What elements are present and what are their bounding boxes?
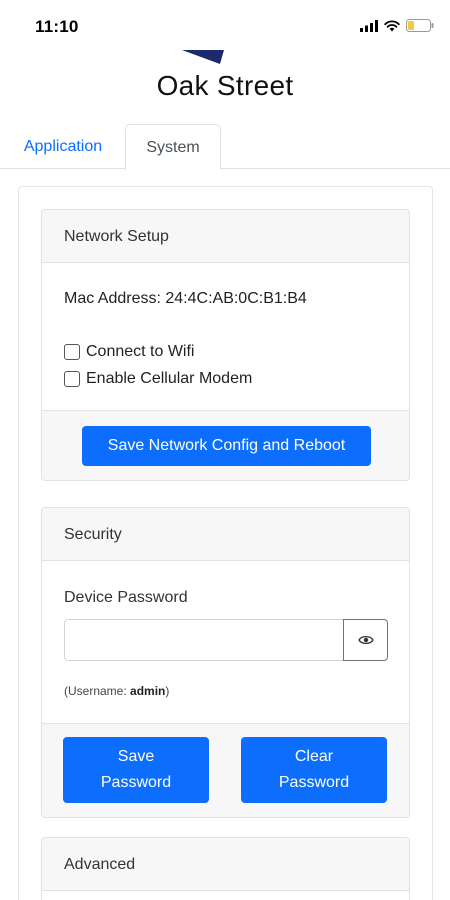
wifi-icon (384, 19, 400, 31)
mac-address: Mac Address: 24:4C:AB:0C:B1:B4 (64, 290, 307, 307)
security-card: Security Device Password (Username: admi… (41, 507, 410, 818)
advanced-card: Advanced (41, 837, 410, 900)
tab-application[interactable]: Application (6, 124, 120, 169)
username-note: (Username: admin) (64, 684, 170, 698)
wifi-checkbox[interactable] (64, 344, 80, 360)
security-footer: Save Password Clear Password (42, 723, 409, 817)
modem-checkbox-label: Enable Cellular Modem (86, 370, 253, 387)
device-password-input[interactable] (64, 619, 344, 661)
wifi-checkbox-row[interactable]: Connect to Wifi (64, 343, 194, 361)
tab-bar: Application System (0, 124, 450, 170)
status-icons (360, 19, 434, 32)
save-password-button[interactable]: Save Password (63, 737, 209, 803)
modem-checkbox-row[interactable]: Enable Cellular Modem (64, 370, 252, 388)
status-bar: 11:10 (0, 0, 450, 50)
tab-system[interactable]: System (125, 124, 221, 170)
eye-icon (357, 635, 374, 645)
save-network-config-button[interactable]: Save Network Config and Reboot (82, 426, 371, 466)
logo-mark (182, 50, 224, 64)
advanced-header[interactable]: Advanced (42, 838, 409, 891)
network-setup-header: Network Setup (42, 210, 409, 263)
network-setup-card: Network Setup Mac Address: 24:4C:AB:0C:B… (41, 209, 410, 481)
username-value: admin (130, 684, 166, 698)
page-title: Oak Street (156, 70, 294, 101)
signal-icon (360, 19, 378, 32)
clear-password-button[interactable]: Clear Password (241, 737, 387, 803)
show-password-toggle[interactable] (343, 619, 388, 661)
battery-icon (406, 19, 434, 32)
wifi-checkbox-label: Connect to Wifi (86, 343, 195, 360)
security-header: Security (42, 508, 409, 561)
modem-checkbox[interactable] (64, 371, 80, 387)
network-setup-footer: Save Network Config and Reboot (42, 410, 409, 480)
device-password-label: Device Password (64, 589, 188, 606)
status-time: 11:10 (35, 17, 79, 36)
